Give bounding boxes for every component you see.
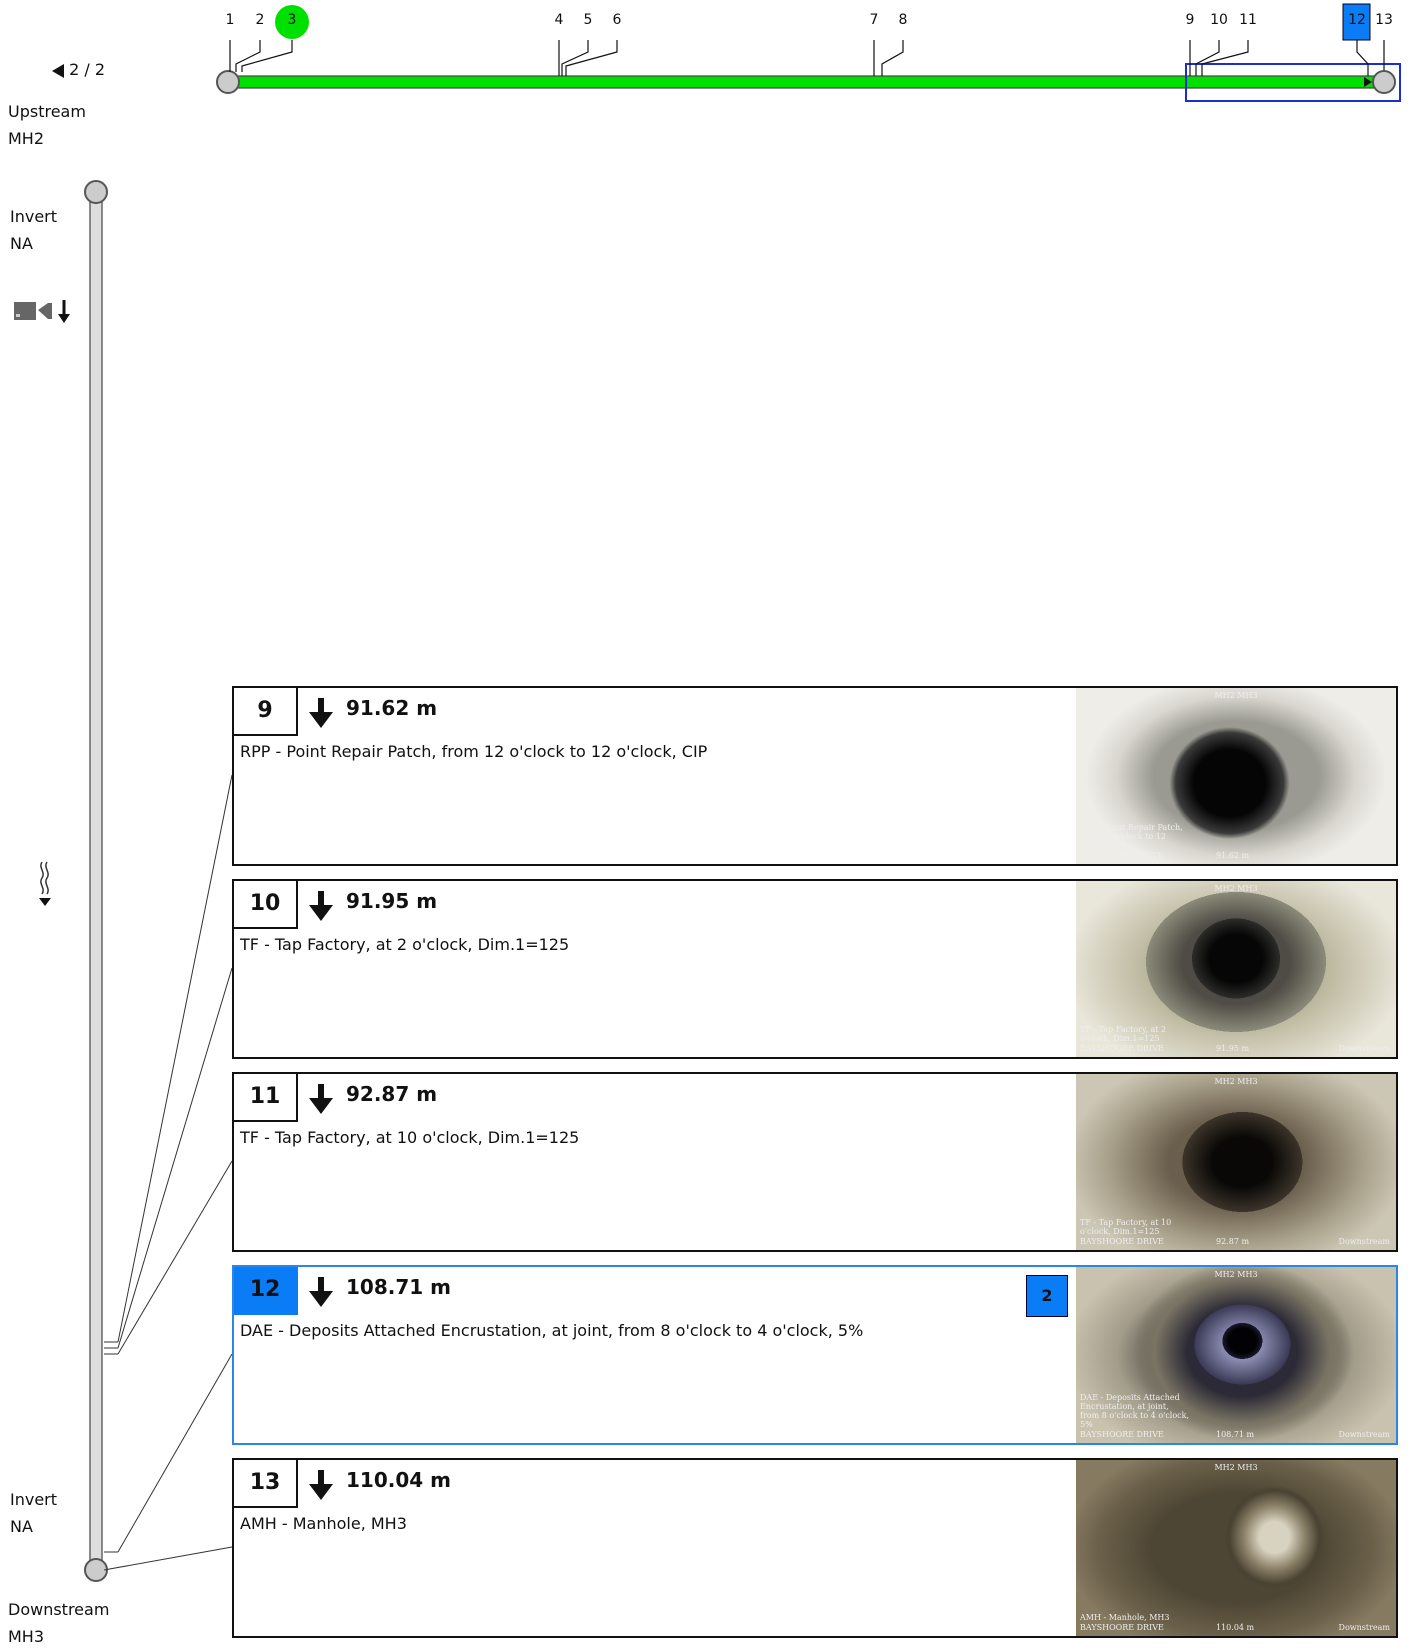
arrow-down-icon [309, 1470, 333, 1500]
observation-number: 13 [234, 1460, 298, 1508]
thumb-caption: TF - Tap Factory, at 10 o'clock, Dim.1=1… [1080, 1218, 1172, 1236]
observation-thumbnail[interactable]: MH2 MH3 DAE - Deposits Attached Encrusta… [1076, 1267, 1396, 1443]
observation-card-10[interactable]: 10 91.95 m TF - Tap Factory, at 2 o'cloc… [232, 879, 1398, 1059]
observation-description: TF - Tap Factory, at 2 o'clock, Dim.1=12… [240, 935, 570, 954]
observation-distance: 110.04 m [346, 1468, 451, 1492]
observation-card-11[interactable]: 11 92.87 m TF - Tap Factory, at 10 o'clo… [232, 1072, 1398, 1252]
thumb-direction: Downstream [1338, 1237, 1390, 1246]
tick-4[interactable]: 4 [544, 12, 574, 28]
arrow-down-icon [309, 891, 333, 921]
observation-number: 9 [234, 688, 298, 736]
arrow-down-icon [309, 698, 333, 728]
observation-number: 12 [234, 1267, 298, 1315]
thumb-direction: Downstream [1338, 1623, 1390, 1632]
thumb-direction: Downstream [1338, 1430, 1390, 1439]
thumb-street: BAYSHOORE DRIVE [1080, 1044, 1164, 1053]
observation-thumbnail[interactable]: MH2 MH3 RPP - Point Repair Patch, from 1… [1076, 688, 1396, 864]
observation-description: TF - Tap Factory, at 10 o'clock, Dim.1=1… [240, 1128, 580, 1147]
thumb-caption: RPP - Point Repair Patch, from 12 o'cloc… [1080, 823, 1183, 850]
thumb-direction: Downstream [1338, 851, 1390, 860]
observation-number: 11 [234, 1074, 298, 1122]
timeline-leaders [229, 40, 1385, 76]
thumb-header: MH2 MH3 [1214, 1463, 1258, 1472]
observation-card-13[interactable]: 13 110.04 m AMH - Manhole, MH3 MH2 MH3 A… [232, 1458, 1398, 1638]
observation-description: RPP - Point Repair Patch, from 12 o'cloc… [240, 742, 708, 761]
observation-card-9[interactable]: 9 91.62 m RPP - Point Repair Patch, from… [232, 686, 1398, 866]
tick-8[interactable]: 8 [888, 12, 918, 28]
observation-description: AMH - Manhole, MH3 [240, 1514, 407, 1533]
observation-distance: 92.87 m [346, 1082, 438, 1106]
tick-11[interactable]: 11 [1233, 12, 1263, 28]
tick-6[interactable]: 6 [602, 12, 632, 28]
tick-1[interactable]: 1 [215, 12, 245, 28]
thumb-header: MH2 MH3 [1214, 884, 1258, 893]
tick-5[interactable]: 5 [573, 12, 603, 28]
observation-card-12[interactable]: 12 108.71 m DAE - Deposits Attached Encr… [232, 1265, 1398, 1445]
thumb-distance: 110.04 m [1216, 1623, 1255, 1632]
observation-distance: 108.71 m [346, 1275, 451, 1299]
observation-distance: 91.95 m [346, 889, 438, 913]
thumb-header: MH2 MH3 [1214, 691, 1258, 700]
observation-description: DAE - Deposits Attached Encrustation, at… [240, 1321, 864, 1340]
thumb-distance: 92.87 m [1216, 1237, 1250, 1246]
tick-7[interactable]: 7 [859, 12, 889, 28]
thumb-caption: AMH - Manhole, MH3 [1080, 1613, 1170, 1622]
thumb-street: BAYSHOORE DRIVE [1080, 851, 1164, 860]
thumb-caption: DAE - Deposits Attached Encrustation, at… [1080, 1393, 1190, 1429]
observation-thumbnail[interactable]: MH2 MH3 TF - Tap Factory, at 10 o'clock,… [1076, 1074, 1396, 1250]
thumb-header: MH2 MH3 [1214, 1077, 1258, 1086]
observation-badge[interactable]: 2 [1026, 1275, 1068, 1317]
thumb-distance: 108.71 m [1216, 1430, 1255, 1439]
observation-number: 10 [234, 881, 298, 929]
thumb-street: BAYSHOORE DRIVE [1080, 1237, 1164, 1246]
timeline-bar[interactable] [216, 70, 1396, 94]
vertical-pipe [84, 180, 108, 1582]
tick-12[interactable]: 12 [1342, 12, 1372, 28]
thumb-street: BAYSHOORE DRIVE [1080, 1430, 1164, 1439]
thumb-header: MH2 MH3 [1214, 1270, 1258, 1279]
thumb-caption: TF - Tap Factory, at 2 o'clock, Dim.1=12… [1080, 1025, 1167, 1043]
observation-distance: 91.62 m [346, 696, 438, 720]
tick-3[interactable]: 3 [277, 12, 307, 28]
thumb-street: BAYSHOORE DRIVE [1080, 1623, 1164, 1632]
thumb-direction: Downstream [1338, 1044, 1390, 1053]
tick-13[interactable]: 13 [1369, 12, 1399, 28]
thumb-distance: 91.62 m [1216, 851, 1250, 860]
tick-2[interactable]: 2 [245, 12, 275, 28]
connector-lines [103, 774, 233, 1571]
observation-thumbnail[interactable]: MH2 MH3 AMH - Manhole, MH3 BAYSHOORE DRI… [1076, 1460, 1396, 1636]
arrow-down-icon [309, 1084, 333, 1114]
tick-9[interactable]: 9 [1175, 12, 1205, 28]
arrow-down-icon [309, 1277, 333, 1307]
thumb-distance: 91.95 m [1216, 1044, 1250, 1053]
observation-thumbnail[interactable]: MH2 MH3 TF - Tap Factory, at 2 o'clock, … [1076, 881, 1396, 1057]
tick-10[interactable]: 10 [1204, 12, 1234, 28]
